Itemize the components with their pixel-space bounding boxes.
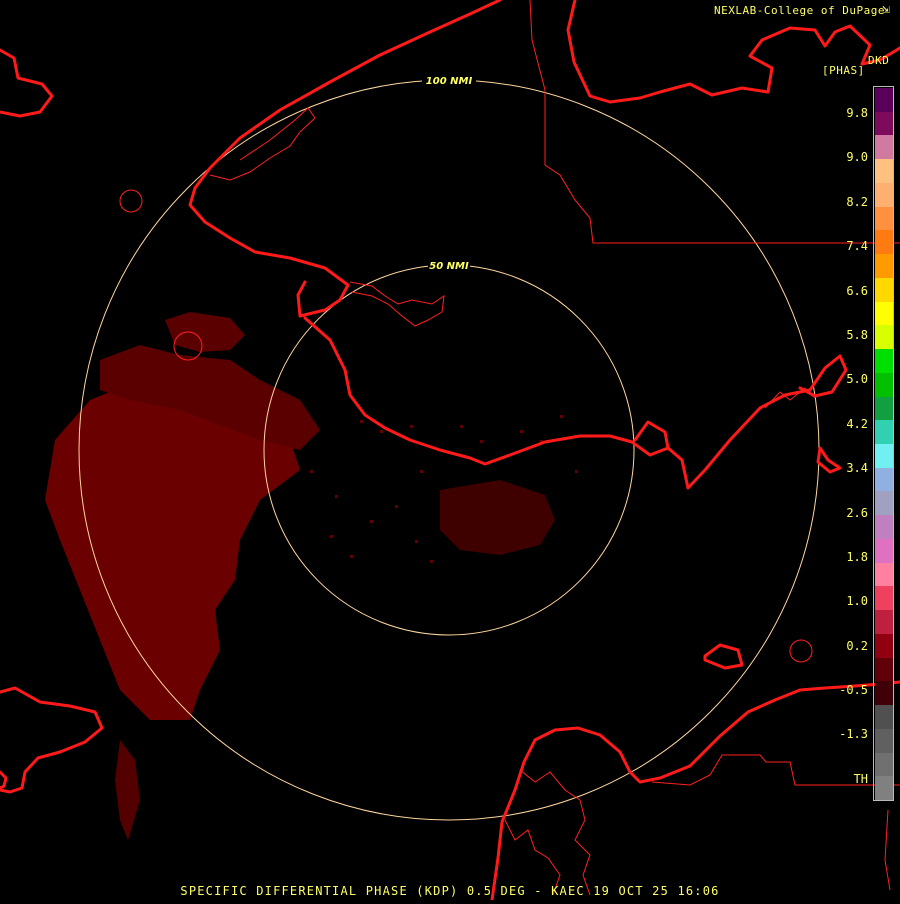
radar-map: 100 NMI 50 NMI: [0, 0, 900, 902]
south-islet: [703, 643, 744, 670]
radar-display: 100 NMI 50 NMI NEXLAB-College of DuPage …: [0, 0, 900, 902]
legend-label-4: 6.6: [846, 284, 868, 298]
units-label: [PHAS]: [822, 64, 865, 77]
main-coast: [303, 316, 670, 466]
lake-east: [789, 639, 813, 663]
echo-south-streak: [115, 740, 140, 840]
legend-label-5: 5.8: [846, 328, 868, 342]
product-footer: SPECIFIC DIFFERENTIAL PHASE (KDP) 0.5 DE…: [180, 884, 720, 898]
legend-label-0: 9.8: [846, 106, 868, 120]
legend-label-12: 0.2: [846, 639, 868, 653]
legend-label-7: 4.2: [846, 417, 868, 431]
legend-label-15: TH: [853, 772, 868, 786]
inner-coast-north: [209, 107, 316, 181]
legend-label-1: 9.0: [846, 150, 868, 164]
legend-border: [873, 86, 894, 801]
east-border: [884, 809, 891, 891]
product-code: DKD: [868, 54, 890, 67]
legend-label-3: 7.4: [846, 239, 868, 253]
bay-outline: [349, 281, 445, 327]
lake-west: [119, 189, 143, 213]
south-peninsula: [490, 680, 900, 902]
legend-label-13: -0.5: [839, 683, 868, 697]
echo-central-scatter: [440, 480, 555, 555]
precipitation-echoes: [45, 312, 578, 840]
nexlab-icon: ⇲: [882, 2, 891, 17]
ring-50-label: 50 NMI: [429, 261, 469, 272]
northwest-land: [0, 48, 54, 118]
legend-label-6: 5.0: [846, 372, 868, 386]
legend-label-8: 3.4: [846, 461, 868, 475]
south-inner-bay: [519, 769, 591, 896]
southwest-land: [0, 686, 104, 794]
east-coast-detail: [764, 387, 816, 409]
legend-label-11: 1.0: [846, 594, 868, 608]
ring-50-nmi: [263, 264, 635, 636]
legend-label-2: 8.2: [846, 195, 868, 209]
brand-label: NEXLAB-College of DuPage: [714, 4, 885, 17]
legend-label-9: 2.6: [846, 506, 868, 520]
legend-label-10: 1.8: [846, 550, 868, 564]
echo-far-north: [165, 312, 245, 352]
ring-100-label: 100 NMI: [426, 76, 473, 87]
east-coast: [666, 354, 848, 490]
southwest-islet: [0, 770, 8, 790]
legend-label-14: -1.3: [839, 727, 868, 741]
